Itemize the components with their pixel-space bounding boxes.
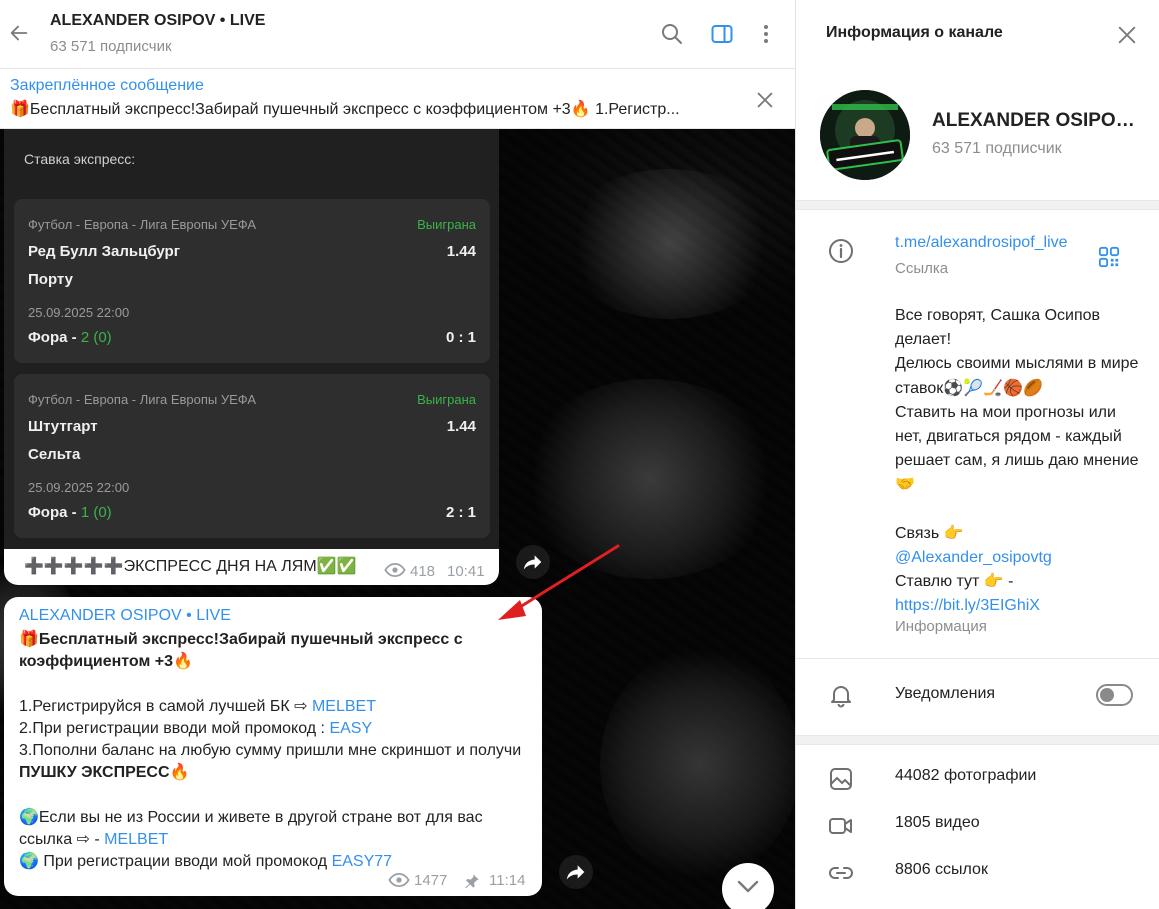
message-line: 🌍Если вы не из России и живете в другой … bbox=[19, 808, 483, 848]
bet-card: Футбол - Европа - Лига Европы УЕФА Выигр… bbox=[14, 199, 490, 363]
pin-icon bbox=[465, 874, 479, 889]
message-time: 11:14 bbox=[489, 872, 526, 889]
message-text: ➕➕➕➕➕ЭКСПРЕСС ДНЯ НА ЛЯМ✅✅ bbox=[24, 558, 357, 575]
message-views: 418 bbox=[410, 563, 436, 580]
bet-score: 0 : 1 bbox=[445, 329, 476, 346]
message-line: 3.Пополни баланс на любую сумму пришли м… bbox=[19, 742, 522, 760]
message-line: 🌍 При регистрации вводи мой промокод bbox=[19, 853, 332, 871]
message-text: 🎁Бесплатный экспресс!Забирай пушечный эк… bbox=[19, 629, 524, 873]
close-pinned-icon[interactable] bbox=[754, 89, 776, 111]
desc-line: Делюсь своими мыслями в мире ставок⚽🎾🏒🏀🏉 bbox=[895, 355, 1139, 397]
bet-odd: 1.44 bbox=[446, 418, 476, 435]
message-line: 2.При регистрации вводи мой промокод : bbox=[19, 719, 330, 737]
bet-team-away: Порту bbox=[28, 271, 73, 288]
bet-fora-value: 2 (0) bbox=[80, 329, 112, 346]
channel-avatar[interactable] bbox=[820, 90, 910, 180]
links-count[interactable]: 8806 ссылок bbox=[895, 861, 988, 879]
description-label: Информация bbox=[895, 618, 987, 635]
bet-screenshot-image[interactable]: Ставка экспресс: Футбол - Европа - Лига … bbox=[4, 129, 499, 549]
chat-column: ALEXANDER OSIPOV • LIVE 63 571 подписчик… bbox=[0, 0, 796, 909]
message-bubble[interactable]: ➕➕➕➕➕ЭКСПРЕСС ДНЯ НА ЛЯМ✅✅ 418 10:41 bbox=[4, 549, 499, 585]
melbet-link[interactable]: MELBET bbox=[104, 831, 168, 848]
bet-status: Выиграна bbox=[417, 392, 476, 407]
row-divider bbox=[796, 658, 1159, 659]
photo-icon bbox=[830, 768, 852, 790]
pinned-title: Закреплённое сообщение bbox=[10, 77, 204, 94]
bet-league: Футбол - Европа - Лига Европы УЕФА bbox=[28, 392, 257, 407]
contact-link[interactable]: @Alexander_osipovtg bbox=[895, 549, 1052, 566]
chevron-down-icon bbox=[737, 880, 759, 893]
bet-score: 2 : 1 bbox=[445, 504, 476, 521]
search-icon[interactable] bbox=[660, 22, 684, 46]
bell-icon bbox=[831, 686, 851, 708]
promo-code-link[interactable]: EASY77 bbox=[332, 853, 392, 870]
bet-league: Футбол - Европа - Лига Европы УЕФА bbox=[28, 217, 257, 232]
message-line: 1.Регистрируйся в самой лучшей БК ⇨ bbox=[19, 697, 312, 715]
qr-code-icon[interactable] bbox=[1098, 246, 1120, 268]
message-time: 10:41 bbox=[447, 563, 485, 580]
channel-link-label: Ссылка bbox=[895, 260, 949, 277]
desc-line: Все говорят, Сашка Осипов делает! bbox=[895, 307, 1101, 349]
bet-team-home: Ред Булл Зальцбург bbox=[28, 243, 180, 260]
bet-fora: Фора - 1 (0) bbox=[28, 504, 112, 521]
photos-count[interactable]: 44082 фотографии bbox=[895, 767, 1036, 785]
side-panel-icon[interactable] bbox=[710, 22, 734, 46]
promo-code-link[interactable]: EASY bbox=[329, 720, 372, 737]
section-divider bbox=[796, 200, 1159, 210]
bet-team-away: Сельта bbox=[28, 446, 81, 463]
videos-count[interactable]: 1805 видео bbox=[895, 814, 980, 832]
notifications-label: Уведомления bbox=[895, 685, 996, 702]
message-bold: ПУШКУ ЭКСПРЕСС bbox=[19, 764, 170, 782]
channel-subscribers: 63 571 подписчик bbox=[932, 140, 1062, 157]
scroll-down-button[interactable] bbox=[722, 863, 774, 909]
views-eye-icon bbox=[388, 873, 410, 887]
melbet-link[interactable]: MELBET bbox=[312, 698, 376, 715]
bet-date: 25.09.2025 22:00 bbox=[28, 480, 130, 495]
video-icon bbox=[829, 818, 852, 834]
annotation-arrow bbox=[498, 544, 620, 620]
bet-date: 25.09.2025 22:00 bbox=[28, 305, 130, 320]
bet-card: Футбол - Европа - Лига Европы УЕФА Выигр… bbox=[14, 374, 490, 538]
views-eye-icon bbox=[384, 563, 406, 577]
bet-fora-label: Фора - bbox=[28, 504, 81, 521]
link-icon bbox=[829, 867, 853, 879]
channel-info-panel: Информация о канале ALEXANDER OSIPOV • L… bbox=[796, 0, 1159, 909]
desc-contact-label: Связь 👉 bbox=[895, 524, 964, 542]
desc-line: Ставить на мои прогнозы или нет, двигать… bbox=[895, 403, 1139, 494]
message-author[interactable]: ALEXANDER OSIPOV • LIVE bbox=[19, 607, 231, 625]
chat-header: ALEXANDER OSIPOV • LIVE 63 571 подписчик bbox=[0, 0, 795, 69]
section-divider bbox=[796, 735, 1159, 745]
bet-fora-value: 1 (0) bbox=[80, 504, 112, 521]
bet-fora-label: Фора - bbox=[28, 329, 81, 346]
desc-bet-label: Ставлю тут 👉 - bbox=[895, 573, 1014, 591]
toggle-knob bbox=[1100, 688, 1114, 702]
channel-link[interactable]: t.me/alexandrosipof_live bbox=[895, 234, 1068, 252]
bet-fora: Фора - 2 (0) bbox=[28, 329, 112, 346]
bet-team-home: Штутгарт bbox=[28, 418, 98, 435]
channel-name: ALEXANDER OSIPOV • LIVE bbox=[932, 110, 1142, 131]
notifications-toggle[interactable] bbox=[1096, 684, 1133, 706]
message-headline: 🎁Бесплатный экспресс!Забирай пушечный эк… bbox=[19, 631, 463, 671]
info-icon bbox=[829, 239, 853, 263]
fire-emoji: 🔥 bbox=[169, 764, 190, 782]
info-panel-title: Информация о канале bbox=[826, 24, 1003, 41]
back-arrow-icon[interactable] bbox=[8, 22, 30, 44]
bet-odd: 1.44 bbox=[446, 243, 476, 260]
more-menu-icon[interactable] bbox=[754, 22, 778, 46]
pinned-message-bar[interactable]: Закреплённое сообщение 🎁Бесплатный экспр… bbox=[0, 69, 795, 129]
close-icon[interactable] bbox=[1116, 24, 1138, 46]
bet-heading: Ставка экспресс: bbox=[24, 151, 136, 167]
message-bubble[interactable]: ALEXANDER OSIPOV • LIVE 🎁Бесплатный эксп… bbox=[4, 597, 542, 896]
bet-status: Выиграна bbox=[417, 217, 476, 232]
bet-link[interactable]: https://bit.ly/3EIGhiX bbox=[895, 597, 1040, 614]
pinned-text: 🎁Бесплатный экспресс!Забирай пушечный эк… bbox=[10, 101, 680, 118]
forward-icon bbox=[566, 865, 585, 880]
avatar-image bbox=[820, 90, 910, 180]
forward-button[interactable] bbox=[559, 855, 593, 889]
channel-description: Все говорят, Сашка Осипов делает! Делюсь… bbox=[895, 304, 1145, 619]
chat-subscribers: 63 571 подписчик bbox=[50, 38, 172, 55]
chat-title[interactable]: ALEXANDER OSIPOV • LIVE bbox=[50, 12, 265, 30]
message-views: 1477 bbox=[414, 872, 448, 889]
